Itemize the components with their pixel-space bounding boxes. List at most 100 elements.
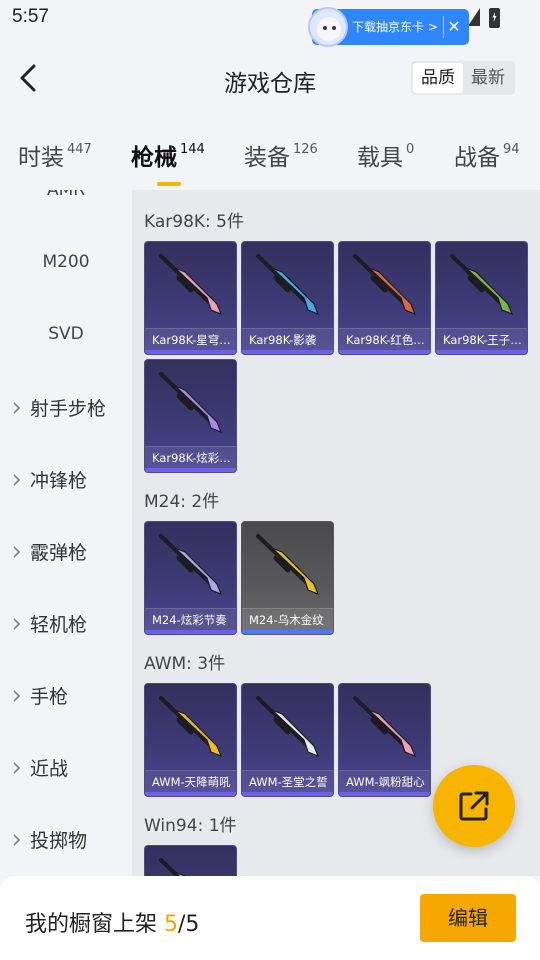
showcase-text: 我的橱窗上架 [25, 912, 164, 937]
weapon-type-sidebar[interactable]: AMR M200 SVD 射手步枪 冲锋枪 霰弹枪 轻机枪 手枪 近战 投掷物 [0, 190, 132, 876]
ad-banner[interactable]: 下载抽京东卡 > ✕ [308, 7, 469, 47]
sidebar-item-smg[interactable]: 冲锋枪 [0, 462, 132, 502]
sidebar-item-label: SVD [48, 324, 84, 344]
tab-count: 0 [406, 142, 415, 157]
sidebar-item-lmg[interactable]: 轻机枪 [0, 606, 132, 646]
tab-equipment[interactable]: 装备 126 [244, 138, 318, 182]
rifle-icon [159, 696, 223, 758]
sidebar-item-label: 手枪 [30, 686, 69, 708]
sidebar-item-label: M200 [42, 252, 90, 272]
sidebar-item-pistol[interactable]: 手枪 [0, 678, 132, 718]
back-button[interactable] [12, 60, 48, 96]
chevron-right-icon [13, 546, 21, 558]
edit-button[interactable]: 编辑 [420, 894, 516, 942]
showcase-total: /5 [178, 912, 200, 937]
chevron-left-icon [20, 64, 36, 92]
rarity-stripe [339, 792, 430, 796]
tab-count: 447 [67, 142, 92, 157]
tab-count: 126 [293, 142, 318, 157]
rifle-icon [353, 254, 417, 316]
rifle-barrel [450, 254, 506, 308]
weapon-name: M24-乌木金纹 [242, 608, 333, 630]
rarity-stripe [339, 350, 430, 354]
bottom-bar: 我的橱窗上架 5/5 编辑 [0, 876, 540, 960]
weapon-name: Kar98K-影袭 [242, 328, 333, 350]
rarity-stripe [145, 630, 236, 634]
weapon-name: M24-炫彩节奏 [145, 608, 236, 630]
external-link-icon [459, 791, 489, 821]
rifle-barrel [353, 254, 409, 308]
weapon-card[interactable]: AWM-飒粉甜心 [338, 683, 431, 797]
rarity-stripe [436, 350, 527, 354]
rifle-barrel [256, 534, 312, 588]
sidebar-item-throwable[interactable]: 投掷物 [0, 822, 132, 862]
chevron-right-icon [13, 474, 21, 486]
sidebar-item-label: 近战 [30, 758, 69, 780]
chevron-right-icon [13, 402, 21, 414]
rarity-stripe [242, 350, 333, 354]
status-time: 5:57 [12, 6, 49, 27]
weapon-card[interactable] [144, 845, 237, 876]
tab-count: 144 [180, 142, 205, 157]
weapon-card[interactable]: AWM-圣堂之誓 [241, 683, 334, 797]
rifle-barrel [159, 858, 181, 876]
weapon-card[interactable]: M24-炫彩节奏 [144, 521, 237, 635]
sidebar-item-dmr[interactable]: 射手步枪 [0, 390, 132, 430]
sort-option-latest[interactable]: 最新 [463, 63, 513, 93]
weapon-name: Kar98K-星穹… [145, 328, 236, 350]
tab-label: 装备 [244, 145, 290, 171]
tab-weapons[interactable]: 枪械 144 [131, 138, 205, 186]
weapon-card[interactable]: Kar98K-红色… [338, 241, 431, 355]
sidebar-item-label: 投掷物 [30, 830, 88, 852]
tab-active-indicator [157, 182, 181, 186]
sidebar-item-m200[interactable]: M200 [0, 246, 132, 286]
weapon-name: AWM-圣堂之誓 [242, 770, 333, 792]
weapon-card[interactable]: Kar98K-炫彩… [144, 359, 237, 473]
rifle-icon [256, 254, 320, 316]
close-icon[interactable]: ✕ [443, 13, 465, 41]
weapon-name: Kar98K-红色… [339, 328, 430, 350]
sort-option-quality[interactable]: 品质 [413, 63, 463, 93]
group-title-m24: M24: 2件 [144, 492, 220, 512]
weapon-name: Kar98K-王子… [436, 328, 527, 350]
tab-outfits[interactable]: 时装 447 [18, 138, 92, 182]
rifle-barrel [159, 254, 215, 308]
showcase-current: 5 [164, 912, 178, 937]
rifle-barrel [159, 534, 215, 588]
weapon-card[interactable]: M24-乌木金纹 [241, 521, 334, 635]
share-button[interactable] [433, 765, 515, 847]
rifle-barrel [159, 696, 215, 750]
group-title-win94: Win94: 1件 [144, 816, 237, 836]
weapon-card[interactable]: Kar98K-星穹… [144, 241, 237, 355]
sidebar-item-shotgun[interactable]: 霰弹枪 [0, 534, 132, 574]
rifle-icon [256, 534, 320, 596]
ad-text: 下载抽京东卡 > [352, 20, 438, 34]
battery-icon [489, 8, 500, 28]
tab-label: 战备 [454, 145, 500, 171]
tab-count: 94 [503, 142, 520, 157]
tab-vehicles[interactable]: 载具 0 [357, 138, 414, 182]
tab-label: 载具 [357, 145, 403, 171]
rifle-icon [159, 858, 186, 876]
showcase-label: 我的橱窗上架 5/5 [25, 906, 199, 938]
rifle-icon [256, 696, 320, 758]
weapon-card[interactable]: AWM-天降萌吼 [144, 683, 237, 797]
sidebar-item-melee[interactable]: 近战 [0, 750, 132, 790]
rifle-icon [450, 254, 514, 316]
rifle-icon [159, 534, 223, 596]
group-title-kar98k: Kar98K: 5件 [144, 212, 244, 232]
weapon-card[interactable]: Kar98K-影袭 [241, 241, 334, 355]
sidebar-item-svd[interactable]: SVD [0, 318, 132, 358]
chevron-right-icon [13, 618, 21, 630]
tab-supplies[interactable]: 战备 94 [454, 138, 520, 182]
category-tabs: 时装 447 枪械 144 装备 126 载具 0 战备 94 [0, 130, 540, 190]
sort-toggle: 品质 最新 [411, 61, 515, 95]
rarity-stripe [242, 630, 333, 634]
weapon-card[interactable]: Kar98K-王子… [435, 241, 528, 355]
sidebar-item-label: 轻机枪 [30, 614, 88, 636]
sidebar-item-amr[interactable]: AMR [0, 190, 132, 214]
group-title-awm: AWM: 3件 [144, 654, 226, 674]
rarity-stripe [145, 792, 236, 796]
rarity-stripe [145, 350, 236, 354]
rifle-barrel [159, 372, 215, 426]
